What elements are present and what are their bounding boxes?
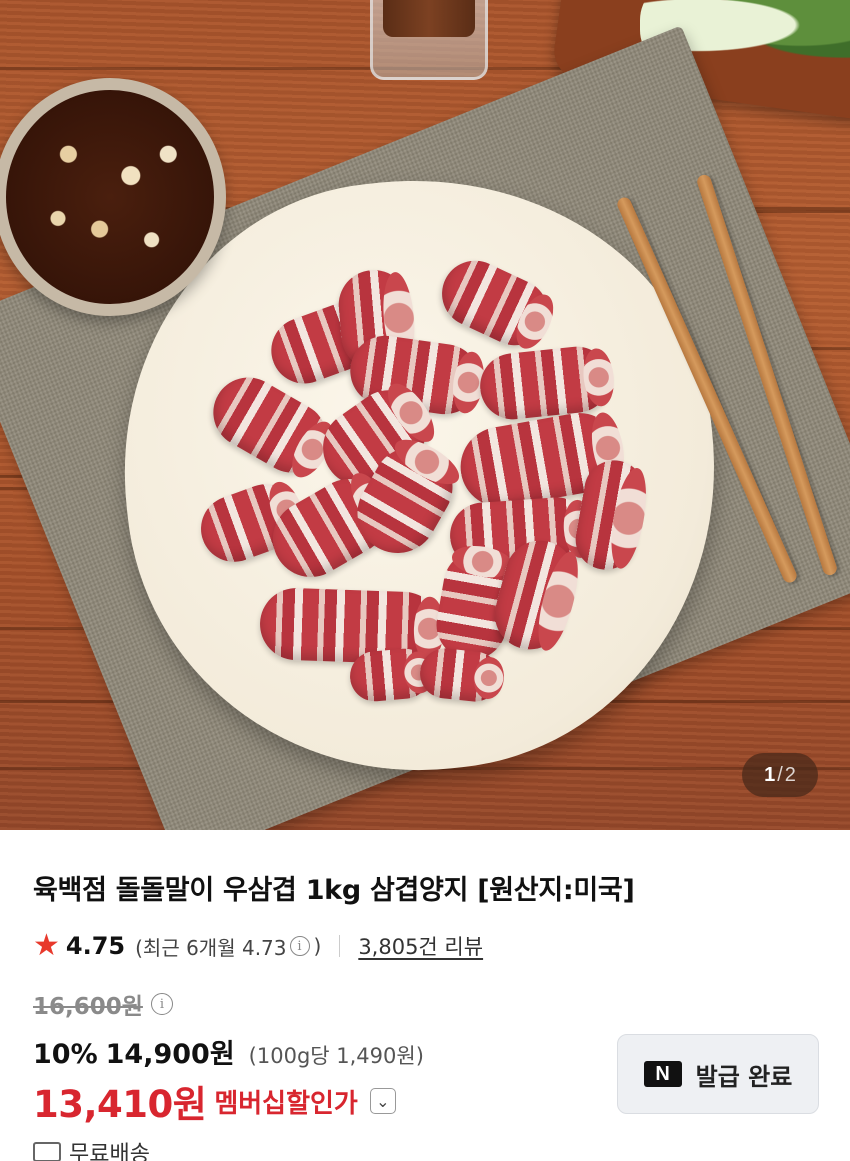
original-price: 16,600원: [33, 994, 143, 1020]
recent-rating-text: (최근 6개월 4.73: [135, 935, 287, 960]
divider: [339, 935, 341, 957]
dipping-sauce-bowl: [0, 78, 226, 316]
image-counter: 1 / 2: [742, 753, 818, 797]
sale-price-row: 10% 14,900원 (100g당 1,490원): [33, 1032, 424, 1071]
shipping-row: 무료배송: [33, 1136, 150, 1161]
product-image[interactable]: 1 / 2: [0, 0, 850, 830]
truck-icon: [33, 1142, 61, 1161]
recent-rating: (최근 6개월 4.73 i ): [135, 932, 321, 961]
review-count-link[interactable]: 3,805건 리뷰: [358, 931, 483, 961]
member-price-row: 13,410원 멤버십할인가 ⌄: [33, 1074, 396, 1128]
original-price-row: 16,600원 i: [33, 988, 177, 1020]
meat-rolls: [180, 230, 650, 720]
image-counter-current: 1: [764, 763, 776, 786]
coupon-issued-button[interactable]: N 발급 완료: [617, 1034, 819, 1114]
pepper-grinder: [370, 0, 488, 80]
star-icon: ★: [33, 928, 60, 963]
coupon-label: 발급 완료: [695, 1062, 793, 1091]
rating-row: ★ 4.75 (최근 6개월 4.73 i ) 3,805건 리뷰: [33, 930, 483, 962]
info-icon[interactable]: i: [289, 936, 310, 956]
image-counter-separator: /: [777, 763, 783, 786]
unit-price: (100g당 1,490원): [248, 1044, 424, 1068]
naver-n-icon: N: [643, 1061, 682, 1087]
rating-score: 4.75: [65, 932, 126, 960]
member-price: 13,410원: [33, 1083, 207, 1126]
product-title: 육백점 돌돌말이 우삼겹 1kg 삼겹양지 [원산지:미국]: [33, 875, 635, 906]
discount-rate: 10%: [33, 1039, 98, 1070]
image-counter-total: 2: [784, 763, 796, 786]
sauce: [6, 90, 214, 304]
member-price-label: 멤버십할인가: [214, 1088, 358, 1119]
chevron-down-icon[interactable]: ⌄: [369, 1088, 396, 1114]
info-icon[interactable]: i: [150, 993, 173, 1015]
recent-rating-close: ): [313, 934, 322, 958]
sale-price: 14,900원: [105, 1039, 235, 1070]
shipping-label: 무료배송: [69, 1142, 150, 1161]
